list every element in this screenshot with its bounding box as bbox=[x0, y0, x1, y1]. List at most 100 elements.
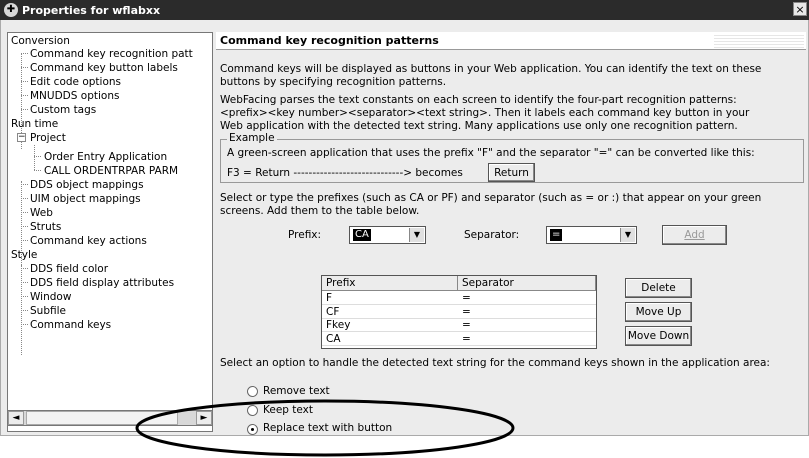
tree-connector bbox=[21, 67, 28, 68]
tree-item-dds-field-color[interactable]: DDS field color bbox=[30, 262, 108, 276]
tree-connector bbox=[21, 310, 28, 311]
navigation-tree: Conversion Command key recognition patt … bbox=[7, 32, 213, 432]
radio-remove-text[interactable] bbox=[247, 386, 258, 397]
separator-value: = bbox=[550, 229, 563, 241]
add-button-label: Add bbox=[684, 229, 705, 241]
panel-header: Command key recognition patterns bbox=[216, 32, 806, 50]
tree-item-window[interactable]: Window bbox=[30, 290, 71, 304]
tree-item-command-key-button-labels[interactable]: Command key button labels bbox=[30, 61, 178, 75]
example-line1: A green-screen application that uses the… bbox=[227, 147, 755, 159]
settings-panel: Command key recognition patterns Command… bbox=[216, 32, 806, 435]
select-text-line1: Select or type the prefixes (such as CA … bbox=[220, 192, 762, 204]
table-cell[interactable]: CA bbox=[322, 333, 458, 346]
radio-keep-text-label[interactable]: Keep text bbox=[263, 404, 313, 417]
table-cell[interactable]: = bbox=[458, 319, 596, 332]
move-up-button-label: Move Up bbox=[635, 306, 682, 318]
table-cell[interactable]: Fkey bbox=[322, 319, 458, 332]
tree-item-dds-object-mappings[interactable]: DDS object mappings bbox=[30, 178, 144, 192]
tree-connector bbox=[34, 156, 41, 157]
move-down-button[interactable]: Move Down bbox=[625, 326, 692, 346]
tree-item-dds-field-display-attributes[interactable]: DDS field display attributes bbox=[30, 276, 174, 290]
table-cell[interactable]: = bbox=[458, 333, 596, 346]
properties-window: Conversion Command key recognition patt … bbox=[0, 20, 809, 436]
example-legend: Example bbox=[227, 132, 277, 144]
page-title: Command key recognition patterns bbox=[220, 34, 439, 47]
scroll-left-icon[interactable]: ◄ bbox=[8, 411, 24, 425]
table-cell[interactable]: F bbox=[322, 292, 458, 305]
separator-label: Separator: bbox=[464, 229, 520, 241]
prefix-label: Prefix: bbox=[288, 229, 322, 241]
tree-connector bbox=[21, 81, 28, 82]
intro-text-line2: buttons by specifying recognition patter… bbox=[220, 76, 447, 88]
tree-connector bbox=[21, 53, 28, 54]
radio-replace-text-label[interactable]: Replace text with button bbox=[263, 422, 392, 435]
scroll-right-icon[interactable]: ► bbox=[196, 411, 212, 425]
tree-item-uim-object-mappings[interactable]: UIM object mappings bbox=[30, 192, 141, 206]
tree-connector bbox=[21, 240, 28, 241]
delete-button[interactable]: Delete bbox=[625, 278, 692, 298]
move-up-button[interactable]: Move Up bbox=[625, 302, 692, 322]
tree-item-style[interactable]: Style bbox=[11, 248, 37, 262]
separator-combo[interactable]: = ▼ bbox=[546, 226, 637, 244]
radio-replace-text[interactable] bbox=[247, 424, 258, 435]
title-bar: ✚ Properties for wflabxx × bbox=[0, 0, 809, 20]
column-header-separator[interactable]: Separator bbox=[458, 276, 596, 291]
option-instruction: Select an option to handle the detected … bbox=[220, 357, 770, 369]
properties-icon: ✚ bbox=[4, 3, 18, 17]
close-button[interactable]: × bbox=[793, 2, 807, 16]
add-button[interactable]: Add bbox=[662, 225, 727, 245]
tree-connector bbox=[21, 268, 28, 269]
tree-item-order-entry[interactable]: Order Entry Application bbox=[44, 150, 167, 164]
example-return-button: Return bbox=[488, 163, 535, 182]
tree-connector bbox=[21, 198, 28, 199]
prefix-separator-table[interactable]: Prefix Separator F = CF = Fkey = CA = bbox=[321, 275, 597, 349]
tree-item-call-ordentrpar[interactable]: CALL ORDENTRPAR PARM bbox=[44, 164, 178, 178]
example-group: Example A green-screen application that … bbox=[220, 132, 804, 183]
tree-connector bbox=[21, 95, 28, 96]
tree-horizontal-scrollbar[interactable]: ◄ ► bbox=[7, 410, 213, 426]
chevron-down-icon[interactable]: ▼ bbox=[409, 228, 424, 242]
tree-item-struts[interactable]: Struts bbox=[30, 220, 61, 234]
tree-item-mnudds-options[interactable]: MNUDDS options bbox=[30, 89, 119, 103]
tree-connector bbox=[21, 109, 28, 110]
tree-connector bbox=[21, 226, 28, 227]
tree-item-web[interactable]: Web bbox=[30, 206, 53, 220]
tree-item-project[interactable]: Project bbox=[30, 131, 66, 145]
prefix-combo[interactable]: CA ▼ bbox=[349, 226, 426, 244]
radio-remove-text-label[interactable]: Remove text bbox=[263, 385, 330, 398]
tree-connector bbox=[34, 170, 41, 171]
tree-connector bbox=[21, 282, 28, 283]
tree-item-subfile[interactable]: Subfile bbox=[30, 304, 66, 318]
tree-connector bbox=[21, 212, 28, 213]
radio-keep-text[interactable] bbox=[247, 405, 258, 416]
tree-connector bbox=[21, 324, 28, 325]
prefix-value: CA bbox=[353, 229, 371, 241]
chevron-down-icon[interactable]: ▼ bbox=[620, 228, 635, 242]
intro-text-line1: Command keys will be displayed as button… bbox=[220, 63, 762, 75]
tree-item-command-keys[interactable]: Command keys bbox=[30, 318, 111, 332]
description-line1: WebFacing parses the text constants on e… bbox=[220, 94, 737, 106]
scrollbar-thumb[interactable] bbox=[26, 411, 178, 425]
tree-item-command-key-recognition[interactable]: Command key recognition patt bbox=[30, 47, 193, 61]
tree-connector bbox=[21, 296, 28, 297]
tree-item-conversion[interactable]: Conversion bbox=[11, 34, 70, 48]
select-text-line2: screens. Add them to the table below. bbox=[220, 205, 420, 217]
table-cell[interactable]: = bbox=[458, 292, 596, 305]
table-cell[interactable]: CF bbox=[322, 306, 458, 319]
example-line2: F3 = Return ----------------------------… bbox=[227, 167, 463, 179]
description-line3: Web application with the detected text s… bbox=[220, 120, 738, 132]
tree-item-custom-tags[interactable]: Custom tags bbox=[30, 103, 96, 117]
tree-item-run-time[interactable]: Run time bbox=[11, 117, 58, 131]
move-down-button-label: Move Down bbox=[627, 330, 690, 342]
tree-connector bbox=[21, 184, 28, 185]
delete-button-label: Delete bbox=[641, 282, 676, 294]
tree-item-edit-code-options[interactable]: Edit code options bbox=[30, 75, 121, 89]
column-header-prefix[interactable]: Prefix bbox=[322, 276, 458, 291]
description-line2: <prefix><key number><separator><text str… bbox=[220, 107, 750, 119]
collapse-icon[interactable]: − bbox=[17, 133, 26, 142]
table-cell[interactable]: = bbox=[458, 306, 596, 319]
tree-connector bbox=[34, 145, 35, 170]
header-decoration bbox=[714, 33, 804, 48]
window-title: Properties for wflabxx bbox=[22, 3, 161, 17]
tree-item-command-key-actions[interactable]: Command key actions bbox=[30, 234, 147, 248]
